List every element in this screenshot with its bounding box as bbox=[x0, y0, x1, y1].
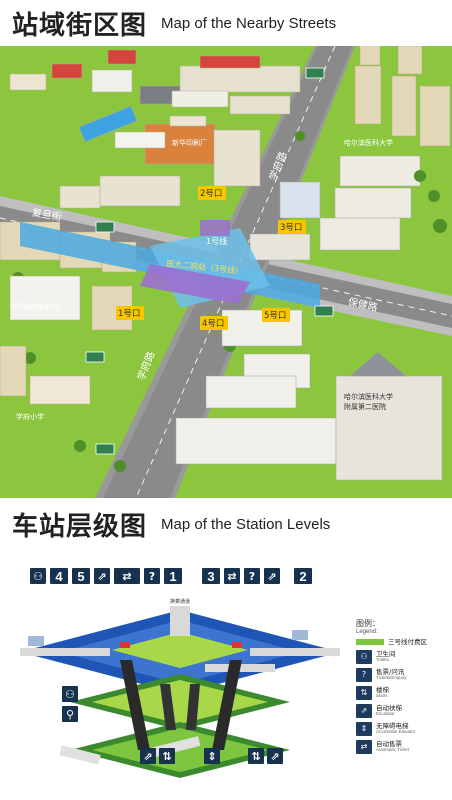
nearby-streets-title-en: Map of the Nearby Streets bbox=[161, 14, 337, 32]
legend-title-en: Legend: bbox=[356, 629, 378, 635]
escalator-bottom-right-icon: ⇗ bbox=[267, 748, 283, 764]
stairs-bottom-right-icon: ⇅ bbox=[248, 748, 264, 764]
nearby-streets-header: 站域街区图 Map of the Nearby Streets bbox=[0, 0, 452, 46]
accessible-side-icon: ⚲ bbox=[62, 706, 78, 722]
legend-escalator: ⇗ 自动扶梯 Escalator bbox=[356, 703, 450, 718]
stair-3-icon: 3 bbox=[202, 568, 220, 584]
legend-elevator: ⇕ 无障碍电梯 Accessible Elevator bbox=[356, 721, 450, 736]
escalator-icon: ⇗ bbox=[94, 568, 110, 584]
center-transfer-tag: 换乘通道 bbox=[170, 599, 191, 605]
legend-paid-area: 三号线付费区 bbox=[356, 639, 450, 646]
nearby-streets-title-cn: 站域街区图 bbox=[12, 10, 148, 41]
elevator-bottom-icon: ⇕ bbox=[204, 748, 220, 764]
toilet-side-icon: ⚇ bbox=[62, 686, 78, 702]
top-icon-bar: ⚇ 4 5 ⇗ ⇄ ? 1 3 ⇄ ? ⇗ 2 bbox=[30, 568, 312, 584]
legend-ticket-machine: ⇄ 自动售票 Automatic Ticket bbox=[356, 739, 450, 754]
legend-tickets-en: Tickets/Enquiry bbox=[376, 674, 407, 680]
legend-stairs: ⇅ 楼梯 Stairs bbox=[356, 685, 450, 700]
toilet-icon: ⚇ bbox=[30, 568, 46, 584]
station-levels-diagram[interactable]: ⚇ 4 5 ⇗ ⇄ ? 1 3 ⇄ ? ⇗ 2 换乘通道 ⚇ ⚲ ⇗ ⇅ ⇕ ⇅… bbox=[0, 550, 452, 800]
legend-ticket-icon: ? bbox=[356, 667, 372, 682]
legend-stairs-icon: ⇅ bbox=[356, 685, 372, 700]
legend-stairs-en: Stairs bbox=[376, 692, 388, 698]
legend-elevator-icon: ⇕ bbox=[356, 721, 372, 736]
side-icon-column: ⚇ ⚲ bbox=[62, 686, 78, 722]
escalator-bottom-icon: ⇗ bbox=[140, 748, 156, 764]
legend-tickets: ? 售票/问讯 Tickets/Enquiry bbox=[356, 667, 450, 682]
stair-4-icon: 4 bbox=[50, 568, 68, 584]
stair-1-icon: 1 bbox=[164, 568, 182, 584]
station-levels-title-cn: 车站层级图 bbox=[12, 511, 148, 542]
paid-area-swatch bbox=[356, 639, 384, 646]
legend-elevator-en: Accessible Elevator bbox=[376, 728, 416, 734]
isometric-station-model bbox=[20, 606, 340, 778]
bottom-icons-left: ⇗ ⇅ bbox=[140, 748, 175, 764]
station-levels-title-en: Map of the Station Levels bbox=[161, 515, 331, 533]
station-levels-header: 车站层级图 Map of the Station Levels bbox=[0, 498, 452, 550]
legend-toilet-en: Toilets bbox=[376, 656, 389, 662]
stairs-bottom-icon: ⇅ bbox=[159, 748, 175, 764]
bottom-icons-right: ⇅ ⇗ bbox=[248, 748, 283, 764]
street-map[interactable]: 复旦街 保健路 学府路 学府路 2号口 3号口 1号口 4号口 5号口 1号线 … bbox=[0, 46, 452, 498]
stair-5-icon: 5 bbox=[72, 568, 90, 584]
stair-2-icon: 2 bbox=[294, 568, 312, 584]
bottom-icons-center: ⇕ bbox=[204, 748, 220, 764]
enquiry-icon: ? bbox=[244, 568, 260, 584]
page: 站域街区图 Map of the Nearby Streets 复旦街 保健路 … bbox=[0, 0, 452, 800]
info-icon: ? bbox=[144, 568, 160, 584]
legend-escalator-en: Escalator bbox=[376, 710, 395, 716]
legend-title: 图例： bbox=[356, 619, 380, 628]
legend-escalator-icon: ⇗ bbox=[356, 703, 372, 718]
legend-toilet-icon: ⚇ bbox=[356, 649, 372, 664]
legend-ticket-machine-icon: ⇄ bbox=[356, 739, 372, 754]
legend-paid-area-label: 三号线付费区 bbox=[388, 638, 427, 646]
legend: 图例： Legend: 三号线付费区 ⚇ 卫生间 Toilets ? 售票/问讯 T… bbox=[356, 618, 450, 758]
escalator-up-icon: ⇗ bbox=[264, 568, 280, 584]
legend-ticket-machine-en: Automatic Ticket bbox=[376, 746, 410, 752]
ticket-machine-icon: ⇄ bbox=[224, 568, 240, 584]
legend-toilet: ⚇ 卫生间 Toilets bbox=[356, 649, 450, 664]
ticket-icon: ⇄ bbox=[114, 568, 140, 584]
